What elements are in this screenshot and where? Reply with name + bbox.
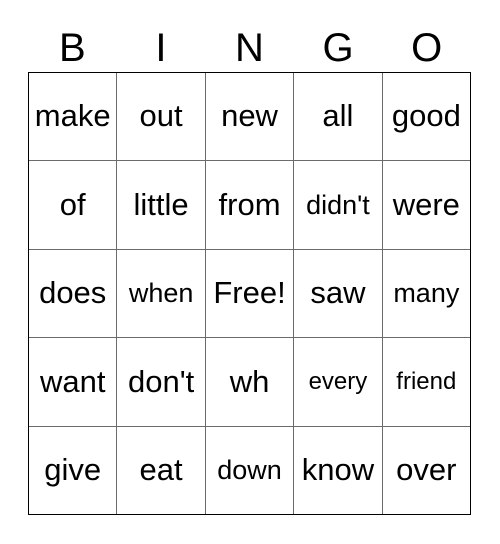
bingo-cell-word: didn't <box>306 189 370 220</box>
bingo-cell[interactable]: want <box>29 338 118 426</box>
bingo-cell-word: give <box>44 452 102 488</box>
bingo-cell[interactable]: out <box>117 73 206 161</box>
bingo-cell-word: make <box>34 98 111 134</box>
bingo-cell-word: over <box>396 452 457 488</box>
bingo-grid: make out new all good of little from didn't were d… <box>28 72 471 515</box>
bingo-grid-row: does when Free! saw many <box>29 249 470 339</box>
bingo-cell[interactable]: of <box>29 161 118 249</box>
bingo-header-letter-b: B <box>58 26 86 70</box>
bingo-cell-word: were <box>392 186 460 222</box>
bingo-cell-word: know <box>301 452 375 488</box>
bingo-cell[interactable]: does <box>29 249 118 338</box>
bingo-cell[interactable]: make <box>29 73 118 161</box>
bingo-cell[interactable]: down <box>206 426 295 515</box>
bingo-cell-word: all <box>322 98 354 134</box>
bingo-header-row: B I N G O <box>28 24 471 72</box>
bingo-cell[interactable]: good <box>383 73 470 160</box>
bingo-grid-row: make out new all good <box>29 73 470 162</box>
bingo-cell[interactable]: from <box>206 161 295 249</box>
bingo-cell-word: good <box>391 98 461 134</box>
bingo-cell-word: many <box>393 278 460 309</box>
bingo-cell[interactable]: over <box>383 427 470 514</box>
bingo-cell[interactable]: saw <box>294 249 383 338</box>
bingo-cell[interactable]: eat <box>117 426 206 515</box>
bingo-cell-word: friend <box>396 368 457 396</box>
bingo-cell[interactable]: don't <box>117 338 206 426</box>
bingo-cell[interactable]: little <box>117 161 206 249</box>
bingo-cell-word: does <box>39 275 107 311</box>
bingo-cell-word: don't <box>127 363 195 399</box>
bingo-cell-word: when <box>128 278 194 309</box>
bingo-cell[interactable]: wh <box>206 338 295 426</box>
bingo-cell[interactable]: friend <box>383 338 470 425</box>
bingo-cell-word: eat <box>139 452 183 488</box>
bingo-header-letter-n: N <box>235 26 264 70</box>
bingo-cell[interactable]: didn't <box>294 161 383 249</box>
bingo-grid-row: of little from didn't were <box>29 161 470 250</box>
bingo-cell-word: Free! <box>213 275 286 311</box>
bingo-cell[interactable]: know <box>294 426 383 515</box>
bingo-cell-word: saw <box>310 275 366 311</box>
bingo-cell-word: of <box>59 186 86 222</box>
bingo-grid-row: want don't wh every friend <box>29 338 470 427</box>
bingo-cell[interactable]: many <box>383 250 470 337</box>
bingo-cell-word: new <box>221 98 278 134</box>
bingo-header-letter-i: I <box>155 26 167 70</box>
bingo-cell-word: down <box>217 455 282 486</box>
bingo-cell-word: wh <box>229 363 270 399</box>
bingo-free-space-cell[interactable]: Free! <box>206 249 295 338</box>
bingo-card: B I N G O make out new all good of little from d… <box>28 24 471 515</box>
bingo-cell[interactable]: were <box>383 161 470 248</box>
bingo-cell-word: little <box>133 186 189 222</box>
bingo-cell[interactable]: new <box>206 73 295 161</box>
bingo-header-letter-o: O <box>411 26 443 70</box>
bingo-cell[interactable]: when <box>117 249 206 338</box>
bingo-cell[interactable]: give <box>29 426 118 515</box>
bingo-cell-word: out <box>139 98 183 134</box>
bingo-cell-word: want <box>39 363 106 399</box>
bingo-cell[interactable]: all <box>294 73 383 161</box>
bingo-cell-word: from <box>218 186 281 222</box>
bingo-cell[interactable]: every <box>294 338 383 426</box>
bingo-grid-row: give eat down know over <box>29 426 470 515</box>
bingo-cell-word: every <box>308 368 368 396</box>
bingo-header-letter-g: G <box>322 26 354 70</box>
